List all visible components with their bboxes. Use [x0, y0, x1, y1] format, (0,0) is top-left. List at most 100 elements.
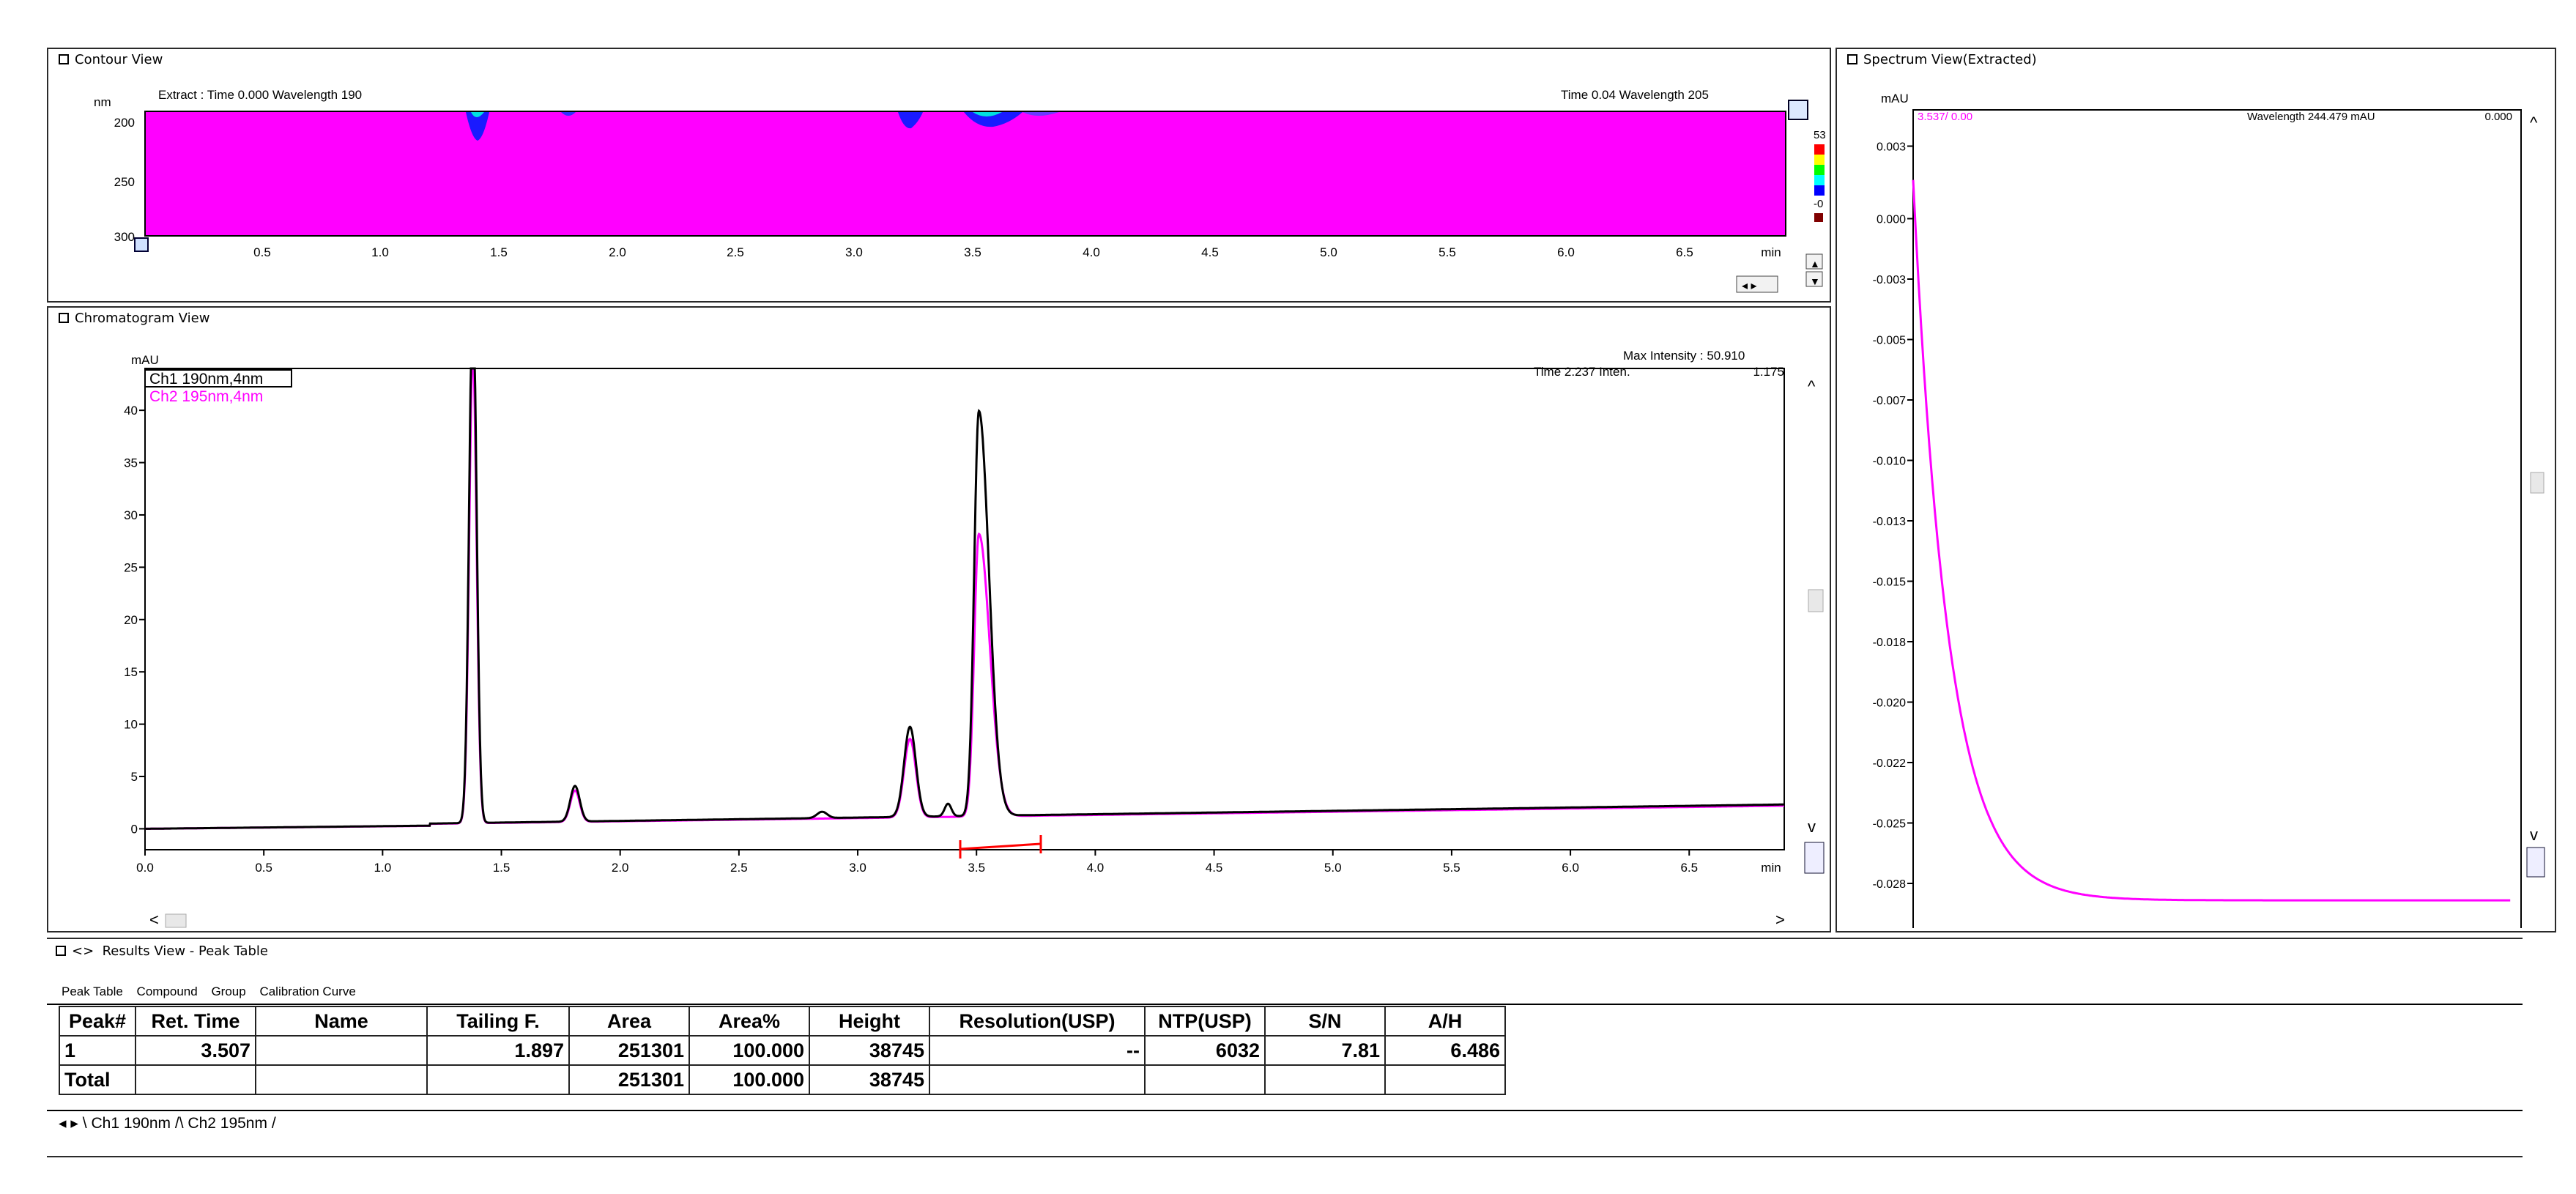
peak-table[interactable]: Peak# Ret. Time Name Tailing F. Area Are… [59, 1006, 1506, 1095]
contour-y-tick: 300 [114, 230, 135, 244]
col-height[interactable]: Height [809, 1006, 930, 1037]
contour-x-tick: 2.0 [609, 245, 626, 259]
zoom-reset-icon [134, 237, 149, 252]
col-name[interactable]: Name [255, 1006, 428, 1037]
chrom-x-tick-label: 3.5 [968, 861, 985, 875]
cell [135, 1064, 256, 1095]
cell: 6.486 [1384, 1035, 1506, 1066]
contour-x-tick: 1.0 [371, 245, 389, 259]
spectrum-y-tick-label: -0.022 [1873, 757, 1906, 770]
spectrum-y-tick-label: -0.015 [1873, 576, 1906, 589]
zoom-tool-icon [1804, 842, 1825, 874]
results-bottom-divider [47, 1110, 2523, 1111]
col-area[interactable]: Area [568, 1006, 690, 1037]
tab-ch1[interactable]: Ch1 190nm [91, 1115, 171, 1132]
horizontal-scroll-thumb [165, 913, 187, 928]
contour-x-tick: 6.0 [1557, 245, 1575, 259]
table-row[interactable]: 1 3.507 1.897 251301 100.000 38745 -- 60… [59, 1035, 1506, 1066]
spectrum-y-tick-label: -0.025 [1873, 818, 1906, 831]
contour-x-tick: 5.5 [1439, 245, 1456, 259]
spectrum-y-unit: mAU [1881, 92, 1909, 105]
contour-x-tick: 1.5 [490, 245, 508, 259]
tab-nav-left-icon[interactable]: ◂ [59, 1115, 67, 1132]
col-resolution[interactable]: Resolution(USP) [929, 1006, 1146, 1037]
chrom-x-tick-label: 1.0 [374, 861, 392, 875]
contour-map [144, 111, 1786, 237]
spectrum-scroll-thumb [2530, 472, 2545, 494]
peak-table-header: Peak# Ret. Time Name Tailing F. Area Are… [59, 1006, 1506, 1037]
spectrum-plot[interactable]: mAU 3.537/ 0.00 Wavelength 244.479 mAU 0… [1837, 49, 2555, 928]
table-row-total[interactable]: Total 251301 100.000 38745 [59, 1064, 1506, 1095]
spectrum-y-tick-label: -0.020 [1873, 697, 1906, 710]
contour-y-tick: 200 [114, 116, 135, 130]
tab-peak-table[interactable]: Peak Table [57, 982, 127, 1002]
chrom-y-unit: mAU [131, 353, 159, 367]
cell: 100.000 [688, 1064, 810, 1095]
contour-view-panel: Contour View nm Extract : Time 0.000 Wav… [47, 48, 1831, 303]
scroll-up-icon: ^ [1808, 377, 1816, 396]
spectrum-zoom-icon [2526, 847, 2545, 878]
col-ntp[interactable]: NTP(USP) [1144, 1006, 1266, 1037]
cell: Total [59, 1064, 136, 1095]
spectrum-y-tick-label: -0.007 [1873, 395, 1906, 407]
cell [255, 1064, 428, 1095]
chrom-x-tick-label: 2.5 [730, 861, 748, 875]
tab-group[interactable]: Group [207, 982, 250, 1002]
contour-x-tick: 4.5 [1201, 245, 1219, 259]
cell: -- [929, 1035, 1146, 1066]
contour-x-tick: 5.0 [1320, 245, 1337, 259]
tab-compound[interactable]: Compound [133, 982, 202, 1002]
chrom-y-tick-label: 25 [124, 560, 138, 574]
col-peak-number[interactable]: Peak# [59, 1006, 136, 1037]
contour-x-tick: 0.5 [253, 245, 271, 259]
extract-label: Extract : Time 0.000 Wavelength 190 [158, 88, 362, 102]
cell: 3.507 [135, 1035, 256, 1066]
chrom-y-tick-label: 40 [124, 404, 138, 418]
spectrum-view-panel: Spectrum View(Extracted) mAU 3.537/ 0.00… [1836, 48, 2556, 932]
cell: 7.81 [1264, 1035, 1386, 1066]
chrom-x-tick-label: 5.0 [1324, 861, 1342, 875]
svg-text:▲: ▲ [1810, 258, 1820, 270]
spectrum-y-tick-label: -0.010 [1873, 456, 1906, 468]
tab-ch2[interactable]: Ch2 195nm [188, 1115, 267, 1132]
spectrum-y-tick-label: -0.005 [1873, 335, 1906, 347]
col-sn[interactable]: S/N [1264, 1006, 1386, 1037]
chromatogram-plot[interactable]: mAU Max Intensity : 50.910 Time 2.237 In… [48, 308, 1830, 929]
ch2-trace [145, 367, 1784, 830]
contour-x-tick: 3.0 [845, 245, 863, 259]
spectrum-y-tick-label: -0.013 [1873, 516, 1906, 528]
tab-nav-right-icon[interactable]: ▸ [70, 1115, 78, 1132]
chrom-x-tick-label: 2.0 [612, 861, 629, 875]
integration-baseline [959, 842, 1042, 850]
tab-calibration-curve[interactable]: Calibration Curve [255, 982, 360, 1002]
inten-value: 1.175 [1753, 365, 1784, 379]
col-area-percent[interactable]: Area% [688, 1006, 810, 1037]
col-ret-time[interactable]: Ret. Time [135, 1006, 256, 1037]
contour-info-label: Time 0.04 Wavelength 205 [1561, 88, 1709, 102]
legend-ch1: Ch1 190nm,4nm [149, 371, 263, 388]
contour-x-tick: 6.5 [1676, 245, 1693, 259]
chrom-y-tick-label: 20 [124, 613, 138, 627]
time-inten-label: Time 2.237 Inten. [1534, 365, 1630, 379]
scale-top-label: 53 [1814, 129, 1826, 141]
col-ah[interactable]: A/H [1384, 1006, 1506, 1037]
cell [426, 1064, 570, 1095]
cell [929, 1064, 1146, 1095]
chrom-x-tick-label: 0.0 [136, 861, 154, 875]
scroll-left-icon: < [149, 911, 159, 929]
cell: 1.897 [426, 1035, 570, 1066]
contour-plot[interactable]: nm Extract : Time 0.000 Wavelength 190 T… [48, 49, 1830, 298]
legend-ch2: Ch2 195nm,4nm [149, 388, 263, 405]
chrom-y-tick-label: 0 [131, 822, 138, 836]
cell: 38745 [809, 1064, 930, 1095]
contour-unit-label: nm [94, 95, 111, 109]
contour-x-tick: 4.0 [1083, 245, 1100, 259]
chrom-x-tick-label: 4.0 [1087, 861, 1105, 875]
chrom-x-tick-label: 6.5 [1680, 861, 1698, 875]
spectrum-corner-label: 3.537/ 0.00 [1918, 111, 1972, 123]
chromatogram-view-panel: Chromatogram View mAU Max Intensity : 50… [47, 306, 1831, 932]
results-view-title: <> Results View - Peak Table [56, 943, 268, 959]
chrom-y-tick-label: 10 [124, 718, 138, 732]
col-tailing[interactable]: Tailing F. [426, 1006, 570, 1037]
ch1-trace [145, 367, 1785, 830]
